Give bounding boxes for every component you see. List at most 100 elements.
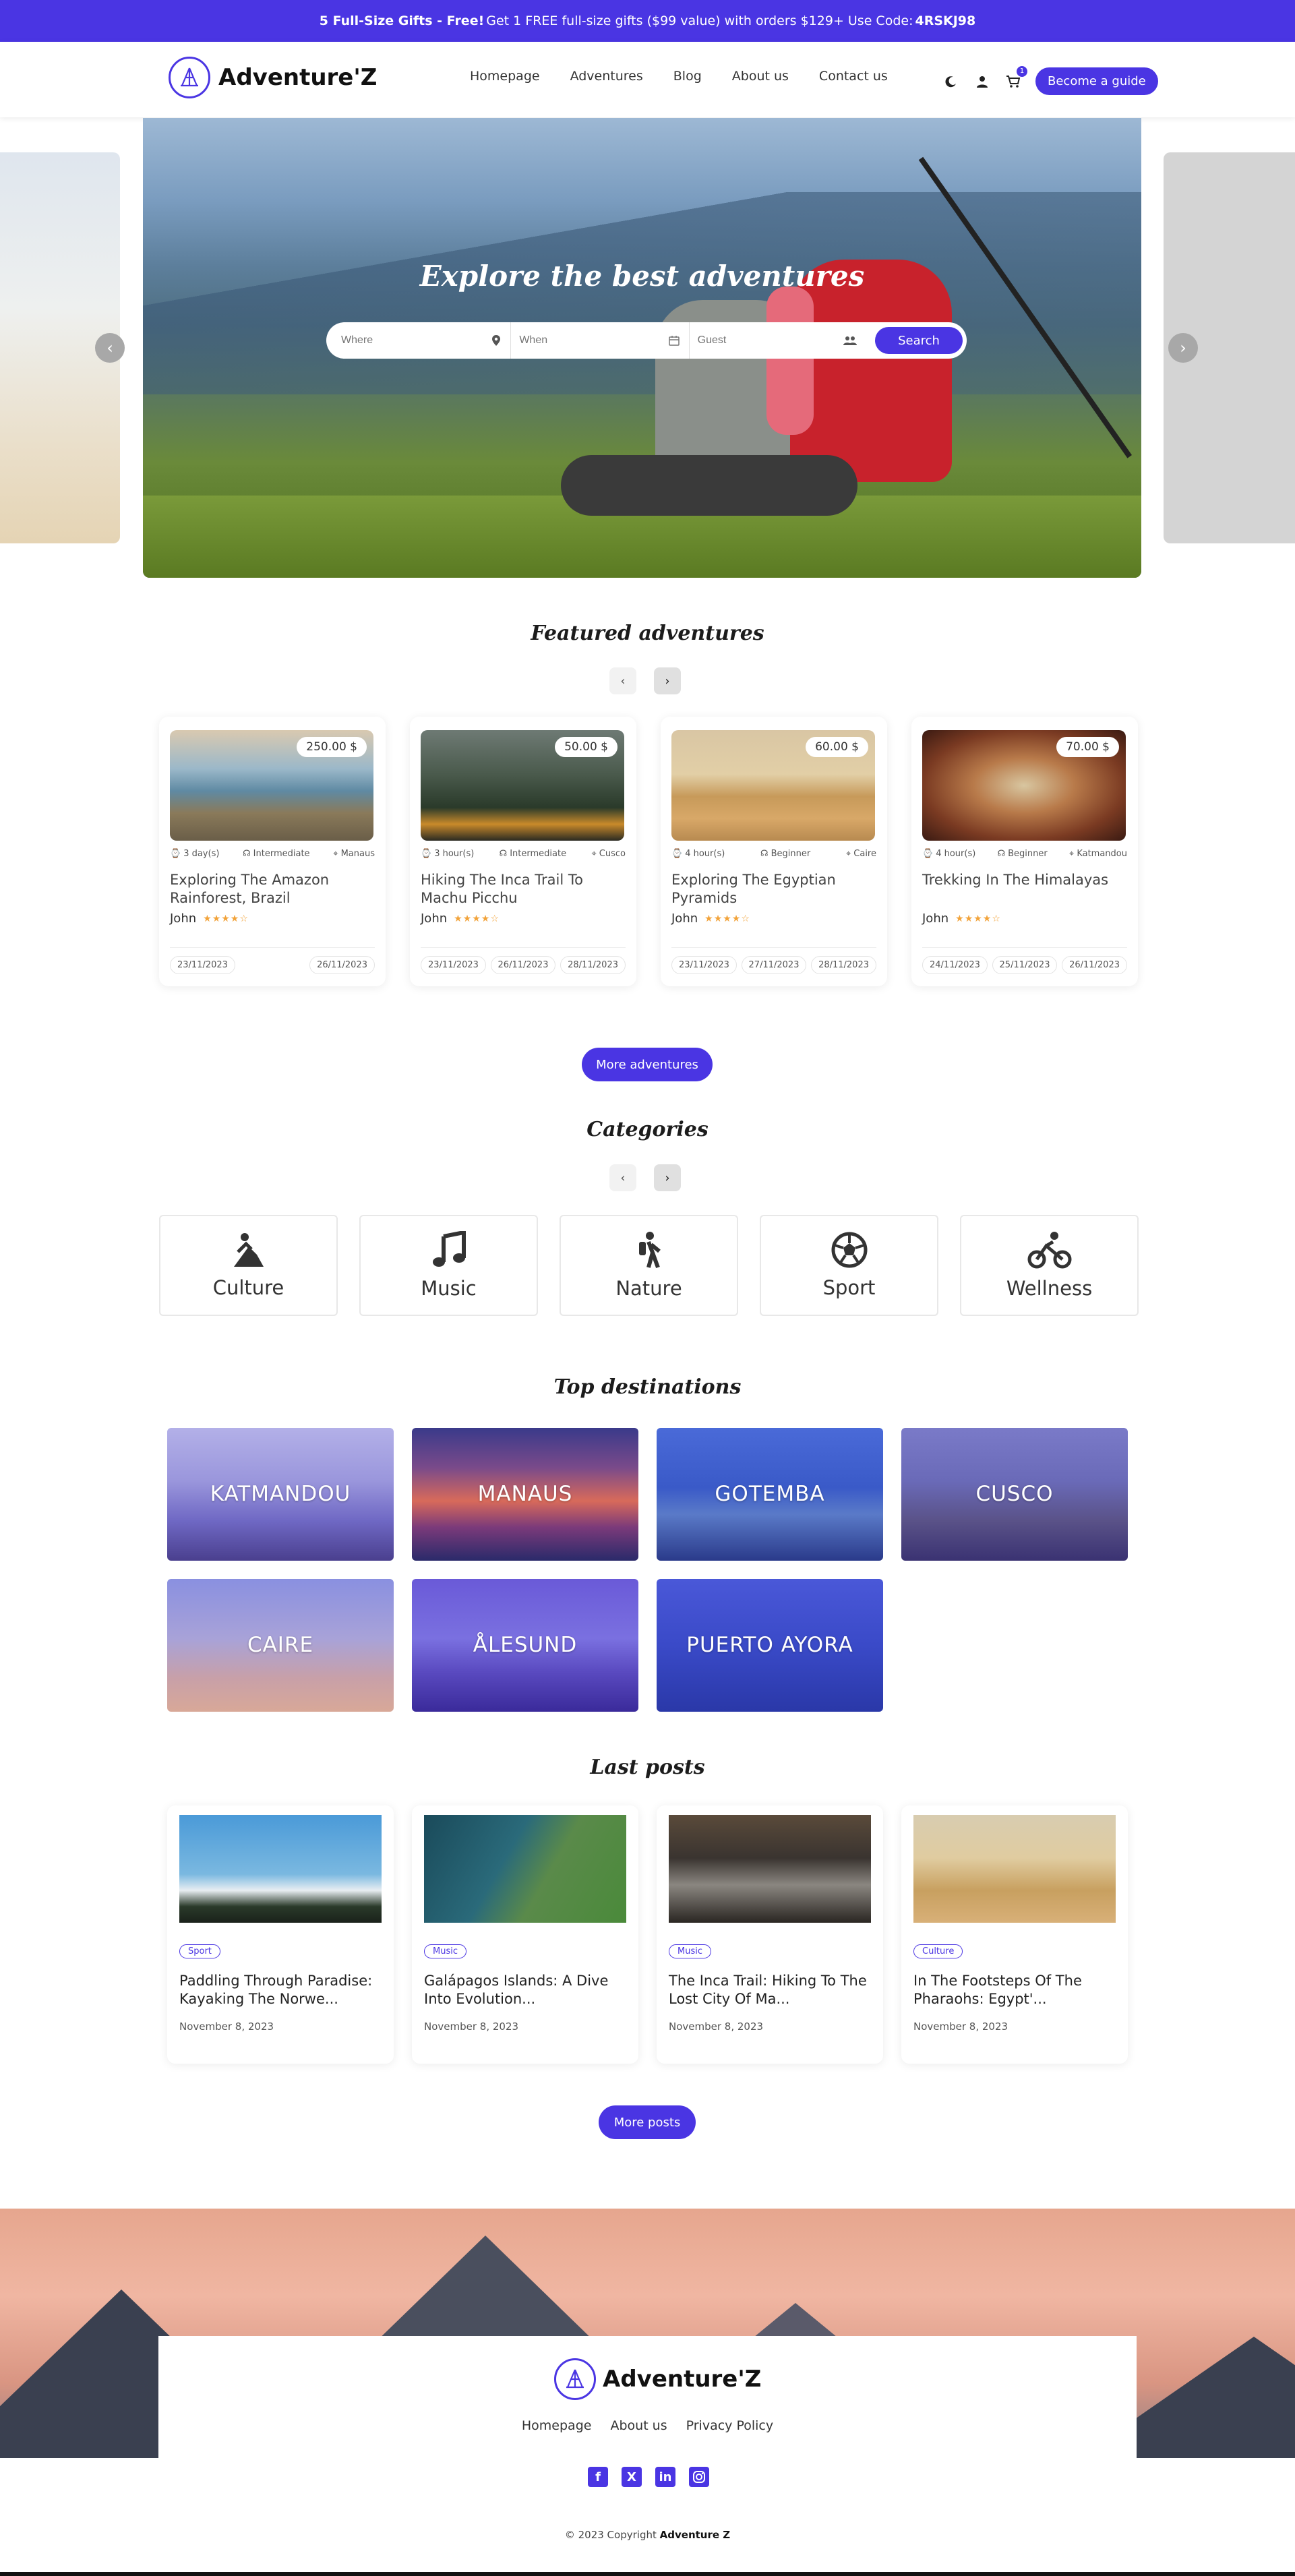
adventure-image: 50.00 $	[421, 730, 624, 841]
date-chip[interactable]: 28/11/2023	[811, 956, 876, 974]
footer-logo[interactable]: Adventure'Z	[554, 2358, 761, 2400]
destination-puerto-ayora[interactable]: PUERTO AYORA	[657, 1579, 883, 1712]
guests-icon	[843, 336, 857, 345]
hero-next-arrow-icon[interactable]: ›	[1168, 333, 1198, 363]
date-chip[interactable]: 25/11/2023	[992, 956, 1058, 974]
destination-cusco[interactable]: CUSCO	[901, 1428, 1128, 1561]
nav-homepage[interactable]: Homepage	[470, 69, 540, 84]
main-nav: Homepage Adventures Blog About us Contac…	[470, 69, 918, 84]
bottom-border	[0, 2572, 1295, 2576]
level-text: Beginner	[771, 849, 811, 859]
facebook-icon[interactable]: f	[588, 2467, 608, 2487]
date-chip[interactable]: 26/11/2023	[309, 956, 375, 974]
category-culture[interactable]: Culture	[159, 1215, 338, 1316]
adventure-meta: ⌚ 4 hour(s) ☊ Beginner ⌖ Katmandou	[922, 849, 1127, 859]
footer-links: Homepage About us Privacy Policy	[0, 2418, 1295, 2433]
adventure-guide: John ★★★★☆	[922, 911, 1127, 926]
cart-icon[interactable]: 1	[1004, 65, 1027, 90]
destination-manaus[interactable]: MANAUS	[412, 1428, 638, 1561]
where-input[interactable]	[341, 334, 462, 347]
post-tag[interactable]: Music	[669, 1944, 711, 1958]
copyright-brand: Adventure Z	[659, 2529, 731, 2541]
hero-prev-arrow-icon[interactable]: ‹	[95, 333, 125, 363]
nav-blog[interactable]: Blog	[673, 69, 702, 84]
categories-prev-button[interactable]: ‹	[609, 1164, 636, 1191]
post-tag[interactable]: Culture	[913, 1944, 963, 1958]
adventure-guide: John ★★★★☆	[671, 911, 876, 926]
category-nature[interactable]: Nature	[560, 1215, 738, 1316]
adventure-card[interactable]: 60.00 $ ⌚ 4 hour(s) ☊ Beginner ⌖ Caire Expl…	[661, 717, 887, 986]
adventure-title[interactable]: Trekking In The Himalayas	[922, 871, 1127, 907]
category-music[interactable]: Music	[359, 1215, 538, 1316]
destination-caire[interactable]: CAIRE	[167, 1579, 394, 1712]
tent-icon	[554, 2358, 596, 2400]
adventure-card[interactable]: 50.00 $ ⌚ 3 hour(s) ☊ Intermediate ⌖ Cusco …	[410, 717, 636, 986]
nav-contact-us[interactable]: Contact us	[819, 69, 888, 84]
become-guide-button[interactable]: Become a guide	[1035, 67, 1158, 95]
post-tag[interactable]: Music	[424, 1944, 466, 1958]
where-field	[341, 322, 512, 359]
duration: ⌚ 3 day(s)	[170, 849, 219, 859]
date-chip[interactable]: 28/11/2023	[560, 956, 626, 974]
guest-input[interactable]	[697, 334, 819, 347]
featured-next-button[interactable]: ›	[654, 667, 681, 694]
destination-alesund[interactable]: ÅLESUND	[412, 1579, 638, 1712]
nav-about-us[interactable]: About us	[732, 69, 789, 84]
hero-sleeping-mat	[561, 455, 857, 516]
dark-mode-icon[interactable]	[942, 73, 960, 90]
logo[interactable]: Adventure'Z	[169, 57, 377, 98]
post-title[interactable]: Paddling Through Paradise: Kayaking The …	[179, 1972, 382, 2010]
promo-text: Get 1 FREE full-size gifts ($99 value) w…	[486, 13, 913, 28]
category-sport[interactable]: Sport	[760, 1215, 938, 1316]
adventure-dates: 24/11/2023 25/11/2023 26/11/2023	[922, 947, 1127, 974]
destination-katmandou[interactable]: KATMANDOU	[167, 1428, 394, 1561]
date-chip[interactable]: 23/11/2023	[421, 956, 486, 974]
x-icon[interactable]: X	[622, 2467, 642, 2487]
post-image	[179, 1815, 382, 1923]
level-text: Beginner	[1008, 849, 1048, 859]
featured-prev-button[interactable]: ‹	[609, 667, 636, 694]
date-chip[interactable]: 24/11/2023	[922, 956, 988, 974]
post-card[interactable]: Music Galápagos Islands: A Dive Into Evo…	[412, 1805, 638, 2064]
adventure-image: 250.00 $	[170, 730, 373, 841]
copyright: © 2023 Copyright Adventure Z	[0, 2529, 1295, 2541]
footer-link-privacy-policy[interactable]: Privacy Policy	[686, 2418, 773, 2433]
watch-icon: ⌚	[922, 849, 934, 859]
post-card[interactable]: Sport Paddling Through Paradise: Kayakin…	[167, 1805, 394, 2064]
adventure-title[interactable]: Exploring The Amazon Rainforest, Brazil	[170, 871, 375, 907]
post-tag[interactable]: Sport	[179, 1944, 220, 1958]
instagram-icon[interactable]	[689, 2467, 709, 2487]
footer-link-homepage[interactable]: Homepage	[522, 2418, 592, 2433]
location-text: Manaus	[340, 849, 375, 859]
category-wellness[interactable]: Wellness	[960, 1215, 1139, 1316]
categories-next-button[interactable]: ›	[654, 1164, 681, 1191]
post-title[interactable]: The Inca Trail: Hiking To The Lost City …	[669, 1972, 871, 2010]
location: ⌖ Caire	[846, 849, 876, 859]
post-card[interactable]: Culture In The Footsteps Of The Pharaohs…	[901, 1805, 1128, 2064]
nav-adventures[interactable]: Adventures	[570, 69, 643, 84]
post-title[interactable]: Galápagos Islands: A Dive Into Evolution…	[424, 1972, 626, 2010]
linkedin-icon[interactable]: in	[655, 2467, 675, 2487]
date-chip[interactable]: 23/11/2023	[671, 956, 737, 974]
date-chip[interactable]: 27/11/2023	[741, 956, 807, 974]
when-input[interactable]	[519, 334, 641, 347]
more-adventures-button[interactable]: More adventures	[582, 1048, 713, 1081]
adventure-card[interactable]: 250.00 $ ⌚ 3 day(s) ☊ Intermediate ⌖ Manaus…	[159, 717, 386, 986]
date-chip[interactable]: 26/11/2023	[1062, 956, 1127, 974]
adventure-title[interactable]: Exploring The Egyptian Pyramids	[671, 871, 876, 907]
user-icon[interactable]	[973, 73, 991, 90]
search-button[interactable]: Search	[874, 327, 963, 354]
date-chip[interactable]: 26/11/2023	[490, 956, 556, 974]
destination-gotemba[interactable]: GOTEMBA	[657, 1428, 883, 1561]
category-label: Nature	[615, 1277, 682, 1300]
guest-field	[697, 322, 867, 359]
adventure-title[interactable]: Hiking The Inca Trail To Machu Picchu	[421, 871, 626, 907]
post-card[interactable]: Music The Inca Trail: Hiking To The Lost…	[657, 1805, 883, 2064]
date-chip[interactable]: 23/11/2023	[170, 956, 235, 974]
post-title[interactable]: In The Footsteps Of The Pharaohs: Egypt'…	[913, 1972, 1116, 2010]
adventure-card[interactable]: 70.00 $ ⌚ 4 hour(s) ☊ Beginner ⌖ Katmandou …	[911, 717, 1138, 986]
footer-link-about-us[interactable]: About us	[610, 2418, 667, 2433]
more-posts-button[interactable]: More posts	[599, 2105, 696, 2139]
watch-icon: ⌚	[671, 849, 683, 859]
copyright-prefix: © 2023 Copyright	[564, 2529, 657, 2541]
